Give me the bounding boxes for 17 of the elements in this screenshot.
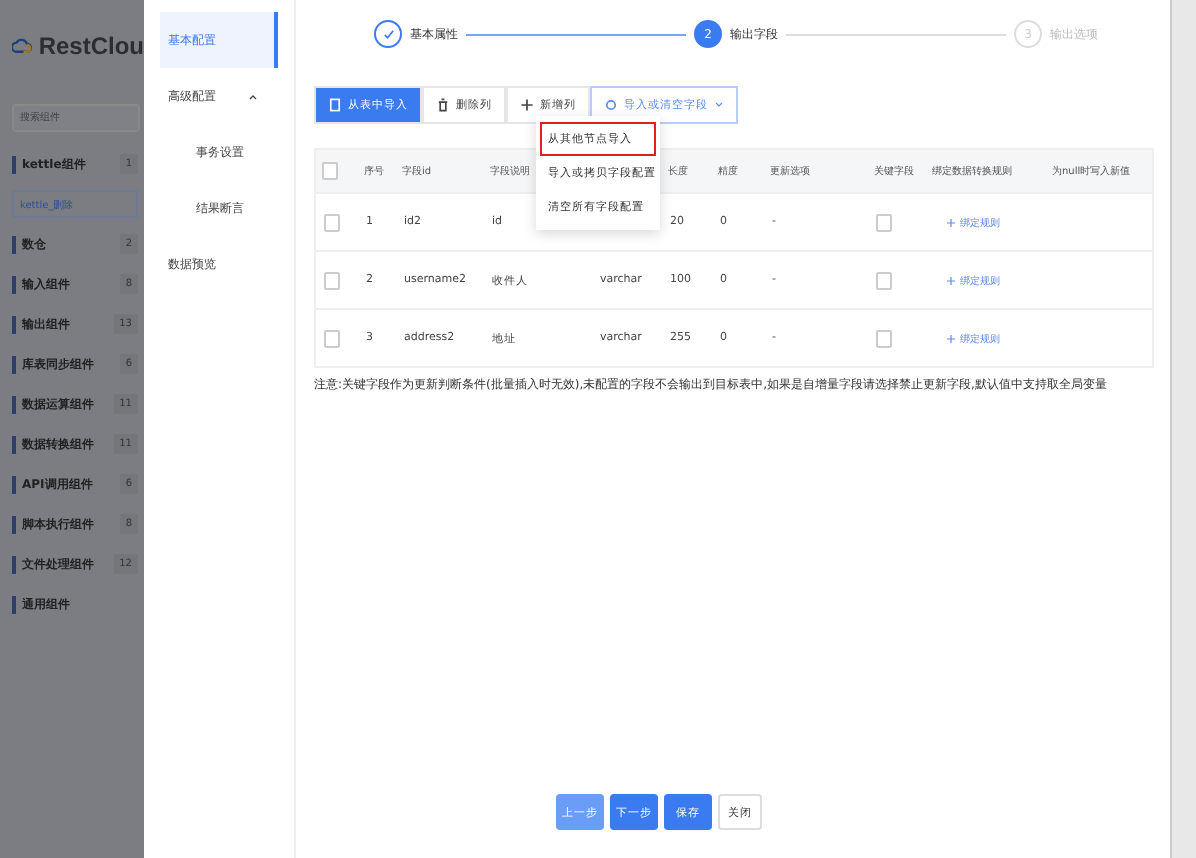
row-checkbox[interactable] <box>324 213 340 231</box>
check-icon <box>381 27 395 41</box>
plus-icon <box>520 98 534 112</box>
row-checkbox[interactable] <box>324 329 340 347</box>
key-field-checkbox[interactable] <box>876 329 892 347</box>
plus-icon <box>946 275 956 285</box>
select-all-checkbox[interactable] <box>322 162 338 180</box>
chevron-down-icon <box>714 100 724 110</box>
row-checkbox[interactable] <box>324 271 340 289</box>
trash-icon <box>436 98 450 112</box>
plus-icon <box>946 217 956 227</box>
logo-text: RestClou <box>38 32 144 60</box>
key-field-checkbox[interactable] <box>876 213 892 231</box>
key-field-checkbox[interactable] <box>876 271 892 289</box>
scrollbar[interactable] <box>1170 0 1196 858</box>
plus-icon <box>946 333 956 343</box>
chevron-up-icon[interactable] <box>248 91 258 101</box>
